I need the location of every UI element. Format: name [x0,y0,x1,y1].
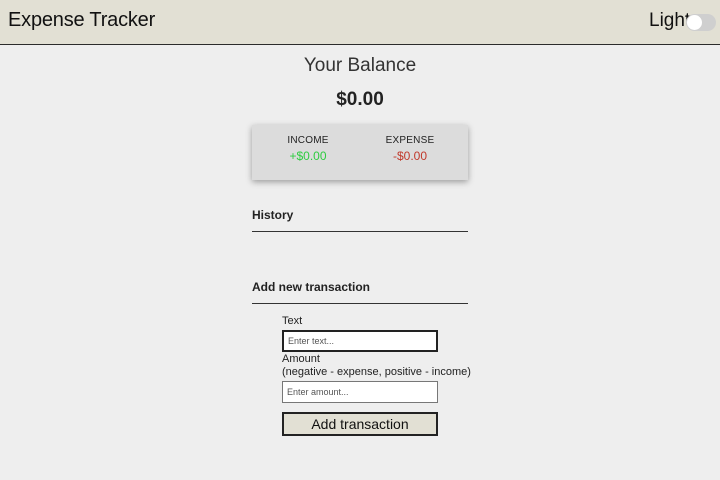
income-label: INCOME [287,135,329,146]
add-transaction-button[interactable]: Add transaction [282,412,438,436]
balance-title: Your Balance [303,55,417,76]
text-field-label: Text [282,315,303,327]
navbar: Expense Tracker Light [0,0,720,45]
theme-toggle-knob [687,15,702,30]
expense-value: -$0.00 [392,149,428,163]
expense-label: EXPENSE [385,135,435,146]
income-summary: INCOME +$0.00 [254,135,362,163]
add-transaction-heading: Add new transaction [252,280,468,304]
theme-toggle-switch[interactable] [686,14,716,31]
app-title: Expense Tracker [8,9,156,31]
income-expense-card: INCOME +$0.00 EXPENSE -$0.00 [252,125,468,180]
income-value: +$0.00 [289,149,327,163]
amount-label-text: Amount [282,353,320,365]
amount-field-label: Amount (negative - expense, positive - i… [282,353,471,379]
balance-amount: $0.00 [336,89,384,110]
text-input[interactable] [282,330,438,352]
expense-summary: EXPENSE -$0.00 [356,135,464,163]
amount-input[interactable] [282,381,438,403]
history-heading: History [252,208,468,232]
theme-label: Light [649,10,691,31]
amount-hint: (negative - expense, positive - income) [282,366,471,378]
